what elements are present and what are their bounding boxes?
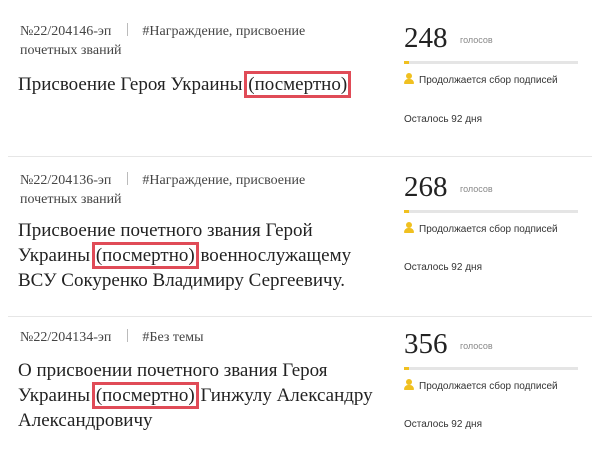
vote-unit: голосов	[460, 35, 493, 45]
progress-bar	[404, 210, 578, 213]
person-icon	[404, 73, 414, 85]
petition-meta: №22/204134-эп #Без темы	[20, 328, 350, 347]
petition-meta: №22/204136-эп #Награждение, присвоение по…	[20, 171, 350, 209]
petition-number: №22/204136-эп	[20, 173, 112, 188]
title-highlight: (посмертно)	[91, 242, 199, 269]
petition-title-link[interactable]: О присвоении почетного звания Героя Укра…	[18, 358, 378, 433]
petition-divider	[8, 156, 592, 157]
title-highlight: (посмертно)	[244, 71, 352, 98]
title-text: Присвоение Героя Украины	[18, 74, 248, 95]
petition-meta: №22/204146-эп #Награждение, присвоение по…	[20, 22, 350, 60]
status-text: Продолжается сбор подписей	[419, 75, 558, 86]
vote-unit: голосов	[460, 184, 493, 194]
petition-card[interactable]: №22/204134-эп #Без темы О присвоении поче…	[0, 328, 600, 448]
petition-card[interactable]: №22/204136-эп #Награждение, присвоение по…	[0, 171, 600, 311]
progress-bar	[404, 367, 578, 370]
progress-fill	[404, 367, 410, 370]
vote-unit: голосов	[460, 341, 493, 351]
petition-status: Продолжается сбор подписей	[404, 73, 558, 86]
petition-card[interactable]: №22/204146-эп #Награждение, присвоение по…	[0, 22, 600, 152]
meta-separator	[127, 329, 129, 342]
person-icon	[404, 222, 414, 234]
petition-title-link[interactable]: Присвоение почетного звания Герой Украин…	[18, 218, 378, 293]
status-text: Продолжается сбор подписей	[419, 224, 558, 235]
status-text: Продолжается сбор подписей	[419, 381, 558, 392]
person-icon	[404, 379, 414, 391]
vote-count: 248	[404, 22, 448, 54]
vote-count: 356	[404, 328, 448, 360]
vote-count: 268	[404, 171, 448, 203]
title-highlight: (посмертно)	[91, 382, 199, 409]
petition-tag-link[interactable]: #Без темы	[142, 330, 203, 345]
petition-status: Продолжается сбор подписей	[404, 222, 558, 235]
progress-bar	[404, 61, 578, 64]
meta-separator	[127, 23, 129, 36]
progress-fill	[404, 61, 410, 64]
time-remaining: Осталось 92 дня	[404, 262, 482, 273]
progress-fill	[404, 210, 410, 213]
time-remaining: Осталось 92 дня	[404, 419, 482, 430]
petition-divider	[8, 316, 592, 317]
petition-status: Продолжается сбор подписей	[404, 379, 558, 392]
petition-title-link[interactable]: Присвоение Героя Украины (посмертно)	[18, 71, 378, 98]
petition-number: №22/204146-эп	[20, 24, 112, 39]
meta-separator	[127, 172, 129, 185]
petition-number: №22/204134-эп	[20, 330, 112, 345]
time-remaining: Осталось 92 дня	[404, 114, 482, 125]
